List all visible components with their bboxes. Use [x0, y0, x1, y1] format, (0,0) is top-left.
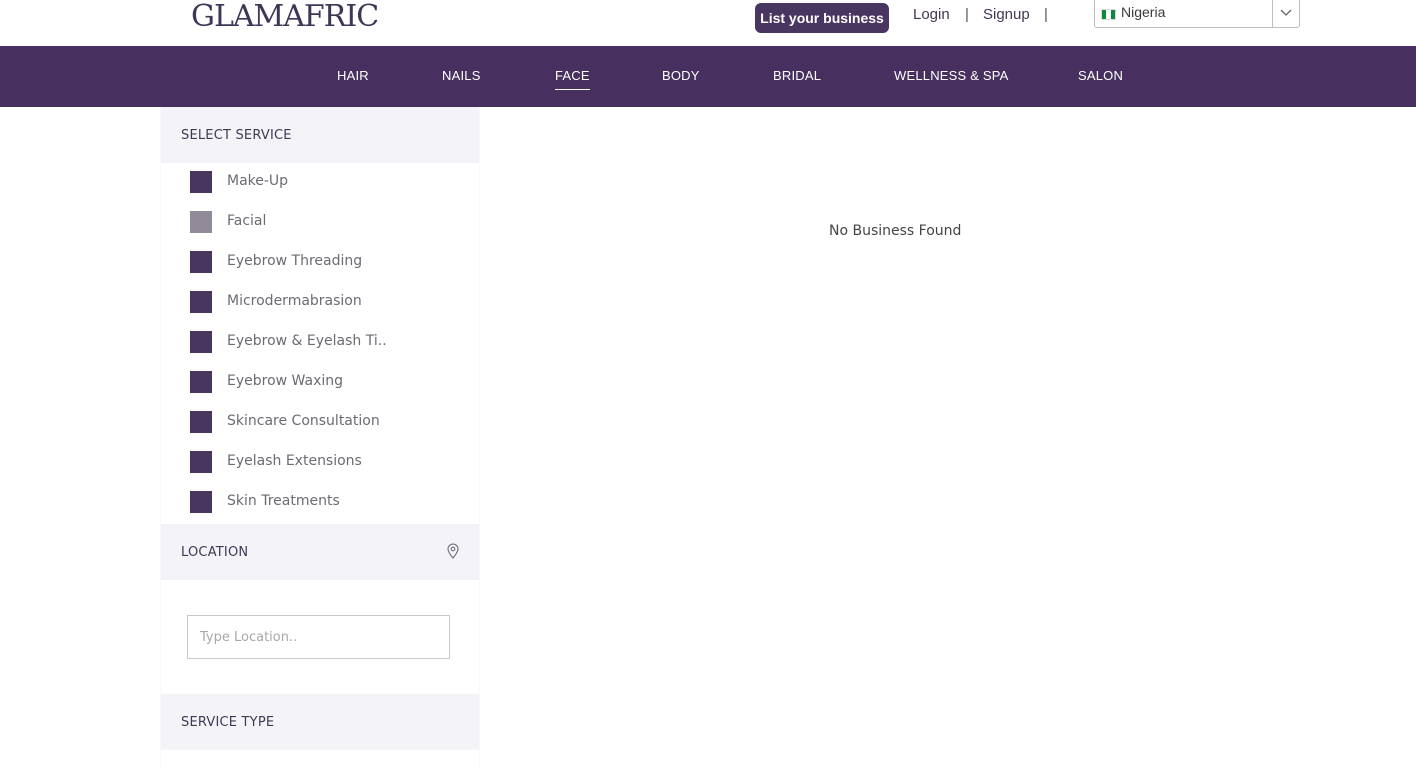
service-option-microdermabrasion[interactable]: Microdermabrasion: [190, 291, 470, 313]
service-option-eyebrow-eyelash-tint[interactable]: Eyebrow & Eyelash Ti..: [190, 331, 470, 353]
service-label: Eyelash Extensions: [227, 453, 362, 469]
chevron-down-icon[interactable]: [1272, 0, 1299, 27]
country-select[interactable]: Nigeria: [1094, 0, 1300, 28]
service-label: Facial: [227, 213, 267, 229]
site-logo[interactable]: GLAMAFRIC: [191, 0, 379, 34]
nav-item-nails[interactable]: NAILS: [442, 68, 481, 83]
service-label: Eyebrow Waxing: [227, 373, 344, 389]
service-option-eyebrow-threading[interactable]: Eyebrow Threading: [190, 251, 470, 273]
separator: |: [1044, 6, 1048, 23]
signup-link[interactable]: Signup: [983, 6, 1030, 23]
location-input[interactable]: [187, 615, 450, 659]
section-title: SELECT SERVICE: [181, 128, 292, 143]
filter-sidebar: SELECT SERVICE Make-Up Facial Eyebrow Th…: [161, 107, 479, 769]
select-service-header: SELECT SERVICE: [161, 107, 479, 163]
checkbox[interactable]: [190, 211, 212, 233]
section-title: LOCATION: [181, 545, 249, 560]
top-header: GLAMAFRIC List your business Login | Sig…: [0, 0, 1416, 46]
checkbox[interactable]: [190, 251, 212, 273]
nav-item-salon[interactable]: SALON: [1078, 68, 1123, 83]
service-option-make-up[interactable]: Make-Up: [190, 171, 470, 193]
section-title: SERVICE TYPE: [181, 715, 275, 730]
checkbox[interactable]: [190, 291, 212, 313]
category-nav: HAIR NAILS FACE BODY BRIDAL WELLNESS & S…: [0, 46, 1416, 107]
service-label: Eyebrow & Eyelash Ti..: [227, 333, 387, 349]
service-option-skin-treatments[interactable]: Skin Treatments: [190, 491, 470, 513]
checkbox[interactable]: [190, 451, 212, 473]
list-your-business-button[interactable]: List your business: [755, 3, 889, 33]
nav-item-hair[interactable]: HAIR: [337, 68, 369, 83]
nav-item-wellness-spa[interactable]: WELLNESS & SPA: [894, 68, 1009, 83]
service-label: Microdermabrasion: [227, 293, 362, 309]
service-type-header: SERVICE TYPE: [161, 694, 479, 750]
service-label: Make-Up: [227, 173, 289, 189]
service-label: Skin Treatments: [227, 493, 340, 509]
service-option-facial[interactable]: Facial: [190, 211, 470, 233]
service-option-eyelash-extensions[interactable]: Eyelash Extensions: [190, 451, 470, 473]
checkbox[interactable]: [190, 411, 212, 433]
service-label: Skincare Consultation: [227, 413, 380, 429]
country-selected-value: Nigeria: [1121, 4, 1166, 20]
checkbox[interactable]: [190, 371, 212, 393]
map-pin-icon: [447, 543, 459, 563]
checkbox[interactable]: [190, 171, 212, 193]
service-option-skincare-consultation[interactable]: Skincare Consultation: [190, 411, 470, 433]
nav-item-bridal[interactable]: BRIDAL: [773, 68, 821, 83]
checkbox[interactable]: [190, 491, 212, 513]
nigeria-flag-icon: [1101, 9, 1116, 20]
service-option-eyebrow-waxing[interactable]: Eyebrow Waxing: [190, 371, 470, 393]
service-label: Eyebrow Threading: [227, 253, 363, 269]
separator: |: [965, 6, 969, 23]
empty-results-message: No Business Found: [829, 223, 962, 239]
nav-item-face[interactable]: FACE: [555, 68, 590, 90]
nav-item-body[interactable]: BODY: [662, 68, 700, 83]
login-link[interactable]: Login: [913, 6, 950, 23]
checkbox[interactable]: [190, 331, 212, 353]
location-header: LOCATION: [161, 524, 479, 580]
